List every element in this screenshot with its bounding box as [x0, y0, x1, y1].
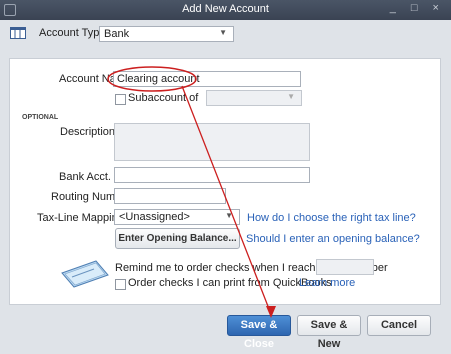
subaccount-select[interactable]: ▼ [206, 90, 302, 106]
tax-line-label: Tax-Line Mapping [37, 212, 124, 224]
chevron-down-icon: ▼ [225, 211, 233, 220]
chevron-down-icon: ▼ [287, 92, 295, 101]
description-label: Description [60, 126, 116, 138]
tax-line-value: <Unassigned> [119, 211, 190, 223]
learn-more-link[interactable]: Learn more [299, 277, 355, 289]
check-number-input[interactable] [316, 259, 374, 275]
account-type-label: Account Type [39, 27, 106, 39]
save-close-button[interactable]: Save & Close [227, 315, 291, 350]
optional-section-header: OPTIONAL [22, 114, 59, 121]
account-name-input[interactable]: Clearing account [113, 71, 301, 87]
order-checks-checkbox[interactable] [115, 279, 126, 290]
chevron-down-icon: ▼ [219, 28, 227, 37]
description-input[interactable] [114, 123, 310, 161]
cancel-button[interactable]: Cancel [367, 315, 431, 336]
tax-line-help-link[interactable]: How do I choose the right tax line? [247, 212, 416, 224]
subaccount-label: Subaccount of [128, 92, 199, 104]
subaccount-checkbox[interactable] [115, 94, 126, 105]
window-controls[interactable]: _ □ × [390, 2, 445, 14]
title-bar: Add New Account _ □ × [0, 0, 451, 20]
account-register-icon [10, 27, 26, 39]
window-title: Add New Account [182, 3, 269, 15]
enter-opening-balance-button[interactable]: Enter Opening Balance... [115, 228, 240, 249]
account-type-value: Bank [104, 28, 130, 40]
opening-balance-help-link[interactable]: Should I enter an opening balance? [246, 233, 420, 245]
account-name-value: Clearing account [117, 73, 200, 85]
bank-acct-no-input[interactable] [114, 167, 310, 183]
account-type-select[interactable]: Bank ▼ [99, 26, 234, 42]
save-new-button[interactable]: Save & New [297, 315, 361, 350]
tax-line-select[interactable]: <Unassigned> ▼ [114, 209, 240, 225]
routing-number-input[interactable] [114, 188, 226, 204]
checkbook-icon [61, 260, 109, 288]
